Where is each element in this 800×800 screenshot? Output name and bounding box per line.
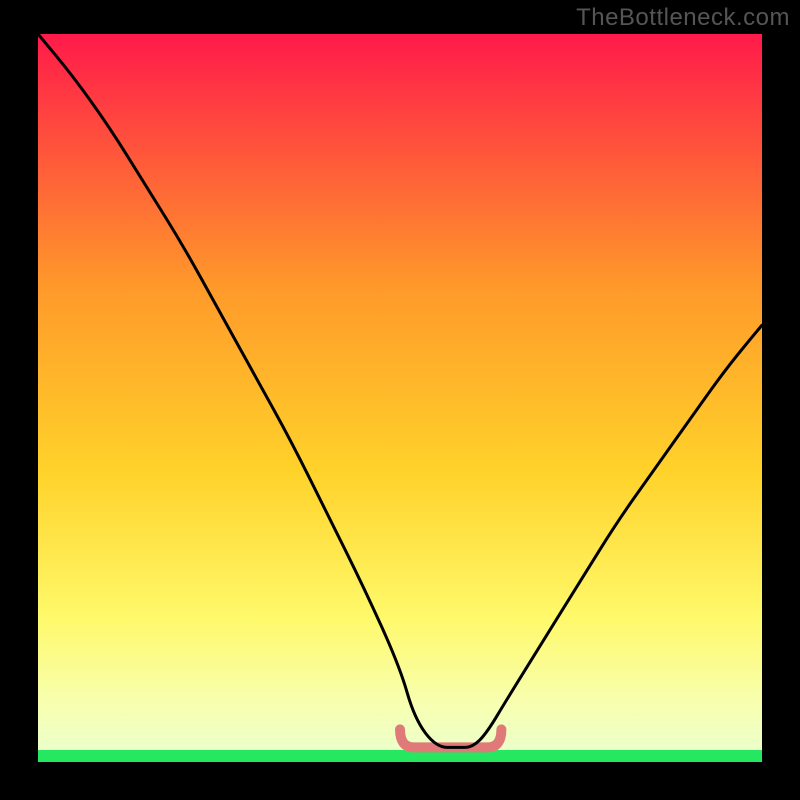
chart-stage: TheBottleneck.com [0,0,800,800]
watermark-text: TheBottleneck.com [576,4,790,32]
plot-area [38,34,762,762]
baseline-strip [38,750,762,762]
bottleneck-chart [0,0,800,800]
